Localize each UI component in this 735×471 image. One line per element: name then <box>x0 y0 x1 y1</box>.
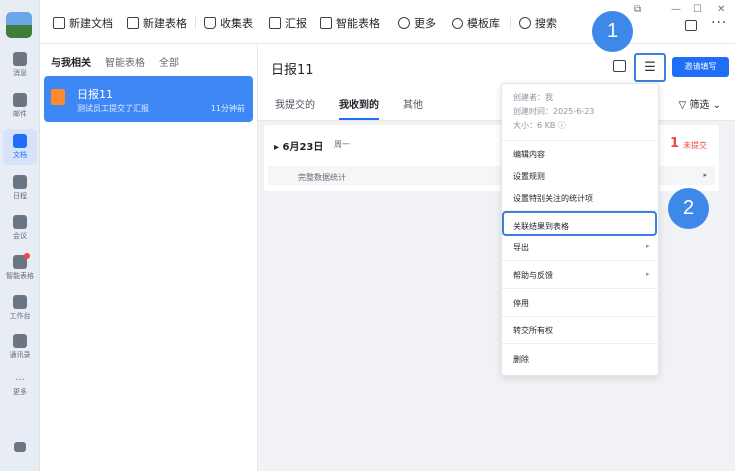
app-logo <box>6 12 32 38</box>
maximize-icon[interactable]: ☐ <box>693 4 702 15</box>
menu-size: 大小：6 KB ⓘ <box>513 121 566 130</box>
submenu-arrow-icon: ▸ <box>646 270 650 278</box>
inbox-icon <box>204 17 216 29</box>
menu-item-delete[interactable]: 删除 <box>513 354 529 365</box>
unsubmitted-label: 未提交 <box>683 141 707 150</box>
menu-item-export[interactable]: 导出 ▸ <box>513 242 650 253</box>
more-button[interactable]: 更多 <box>398 14 436 32</box>
docs-icon <box>13 134 27 148</box>
templates-icon <box>452 17 463 29</box>
nav-contacts[interactable]: 通讯录 <box>0 334 40 360</box>
menu-item-transfer[interactable]: 转交所有权 <box>513 325 553 336</box>
menu-item-focus-stats[interactable]: 设置特别关注的统计项 <box>513 193 593 204</box>
chevron-down-icon: ⌄ <box>709 100 721 111</box>
toolbar-divider <box>195 17 196 29</box>
chat-icon <box>13 52 27 66</box>
info-icon: ⓘ <box>555 121 566 130</box>
detail-tabs: 我提交的 我收到的 其他 <box>275 96 423 120</box>
comment-icon[interactable] <box>613 60 626 72</box>
layout-icon[interactable] <box>685 20 697 31</box>
menu-created-time: 创建时间：2025-6-23 <box>513 107 595 116</box>
pin-icon[interactable]: ⧉ <box>634 4 641 15</box>
report-icon <box>269 17 281 29</box>
doc-icon <box>53 17 65 29</box>
mail-icon <box>13 93 27 107</box>
menu-item-edit[interactable]: 编辑内容 <box>513 149 545 160</box>
nav-docs[interactable]: 文档 <box>3 129 37 165</box>
tab-smart-sheet[interactable]: 智能表格 <box>105 54 145 69</box>
report-button[interactable]: 汇报 <box>269 14 307 32</box>
tab-related[interactable]: 与我相关 <box>51 54 91 69</box>
menu-divider <box>502 343 660 344</box>
search-icon <box>519 17 531 29</box>
nav-smart-sheet[interactable]: 智能表格 <box>0 253 40 281</box>
weekday-label: 周一 <box>334 140 350 149</box>
left-navigation: 消息 邮件 文档 日程 会议 智能表格 工作台 通讯录 ··· 更多 <box>0 0 40 471</box>
menu-dots-icon[interactable]: ··· <box>711 15 727 31</box>
list-item-subtitle: 测试员工提交了汇报 <box>77 104 149 113</box>
smart-sheet-icon <box>320 17 332 29</box>
nav-mail[interactable]: 邮件 <box>0 93 40 119</box>
smart-sheet-button[interactable]: 智能表格 <box>320 14 380 32</box>
calendar-icon <box>13 175 27 189</box>
menu-divider <box>502 260 660 261</box>
filter-button[interactable]: ▽ 筛选 ⌄ <box>679 96 721 111</box>
nav-workbench[interactable]: 工作台 <box>0 295 40 321</box>
report-file-icon <box>51 89 65 105</box>
tab-all[interactable]: 全部 <box>159 54 179 69</box>
hamburger-icon: ☰ <box>644 60 656 75</box>
list-item-time: 11分钟前 <box>210 104 245 113</box>
list-tabs: 与我相关 智能表格 全部 <box>51 54 179 69</box>
sheet-icon <box>127 17 139 29</box>
notification-dot <box>24 253 30 259</box>
step-badge-2: 2 <box>668 188 709 229</box>
nav-bottom[interactable] <box>0 442 40 452</box>
report-list-item[interactable]: 日报11 测试员工提交了汇报 11分钟前 <box>44 76 253 122</box>
search-button[interactable]: 搜索 <box>519 14 557 32</box>
minimize-icon[interactable]: — <box>671 4 681 15</box>
templates-button[interactable]: 模板库 <box>452 14 500 32</box>
highlight-box <box>502 211 657 236</box>
page-title: 日报11 <box>271 63 314 78</box>
menu-divider <box>502 140 660 141</box>
menu-button[interactable]: ☰ <box>634 53 666 82</box>
content-area: ▸ 6月23日 周一 1 未提交 完整数据统计 ▸ <box>258 121 735 471</box>
report-list-pane: 与我相关 智能表格 全部 日报11 测试员工提交了汇报 11分钟前 <box>40 44 258 471</box>
nav-messages[interactable]: 消息 <box>0 52 40 78</box>
arrow-right-icon: ▸ <box>703 171 707 179</box>
contacts-icon <box>13 334 27 348</box>
stats-icon <box>14 442 26 452</box>
new-sheet-button[interactable]: 新建表格 <box>127 14 187 32</box>
step-badge-1: 1 <box>592 11 633 52</box>
list-item-title: 日报11 <box>77 88 113 101</box>
menu-item-disable[interactable]: 停用 <box>513 298 529 309</box>
more-icon: ··· <box>15 375 25 386</box>
menu-item-rules[interactable]: 设置规则 <box>513 171 545 182</box>
meeting-icon <box>13 215 27 229</box>
menu-item-help[interactable]: 帮助与反馈 ▸ <box>513 270 650 281</box>
toolbar-divider <box>510 17 511 29</box>
tab-other[interactable]: 其他 <box>403 96 423 111</box>
report-detail: 日报11 我提交的 我收到的 其他 ▽ 筛选 ⌄ ▸ 6月23日 周一 1 未提… <box>258 44 735 471</box>
menu-divider <box>502 288 660 289</box>
unsubmitted-count: 1 <box>669 136 679 151</box>
tab-submitted[interactable]: 我提交的 <box>275 96 315 111</box>
day-heading[interactable]: ▸ 6月23日 <box>274 138 323 153</box>
menu-creator: 创建者：我 <box>513 93 553 102</box>
nav-calendar[interactable]: 日程 <box>0 175 40 201</box>
collect-form-button[interactable]: 收集表 <box>204 14 253 32</box>
tab-received[interactable]: 我收到的 <box>339 96 379 120</box>
menu-divider <box>502 316 660 317</box>
workbench-icon <box>13 295 27 309</box>
invite-button[interactable]: 邀请填写 <box>672 57 729 77</box>
nav-more[interactable]: ··· 更多 <box>0 375 40 397</box>
nav-meeting[interactable]: 会议 <box>0 215 40 241</box>
close-icon[interactable]: ✕ <box>717 4 725 15</box>
submenu-arrow-icon: ▸ <box>646 242 650 250</box>
new-doc-button[interactable]: 新建文档 <box>53 14 113 32</box>
caret-right-icon: ▸ <box>274 142 283 153</box>
filter-icon: ▽ <box>678 100 690 111</box>
more-circle-icon <box>398 17 410 29</box>
